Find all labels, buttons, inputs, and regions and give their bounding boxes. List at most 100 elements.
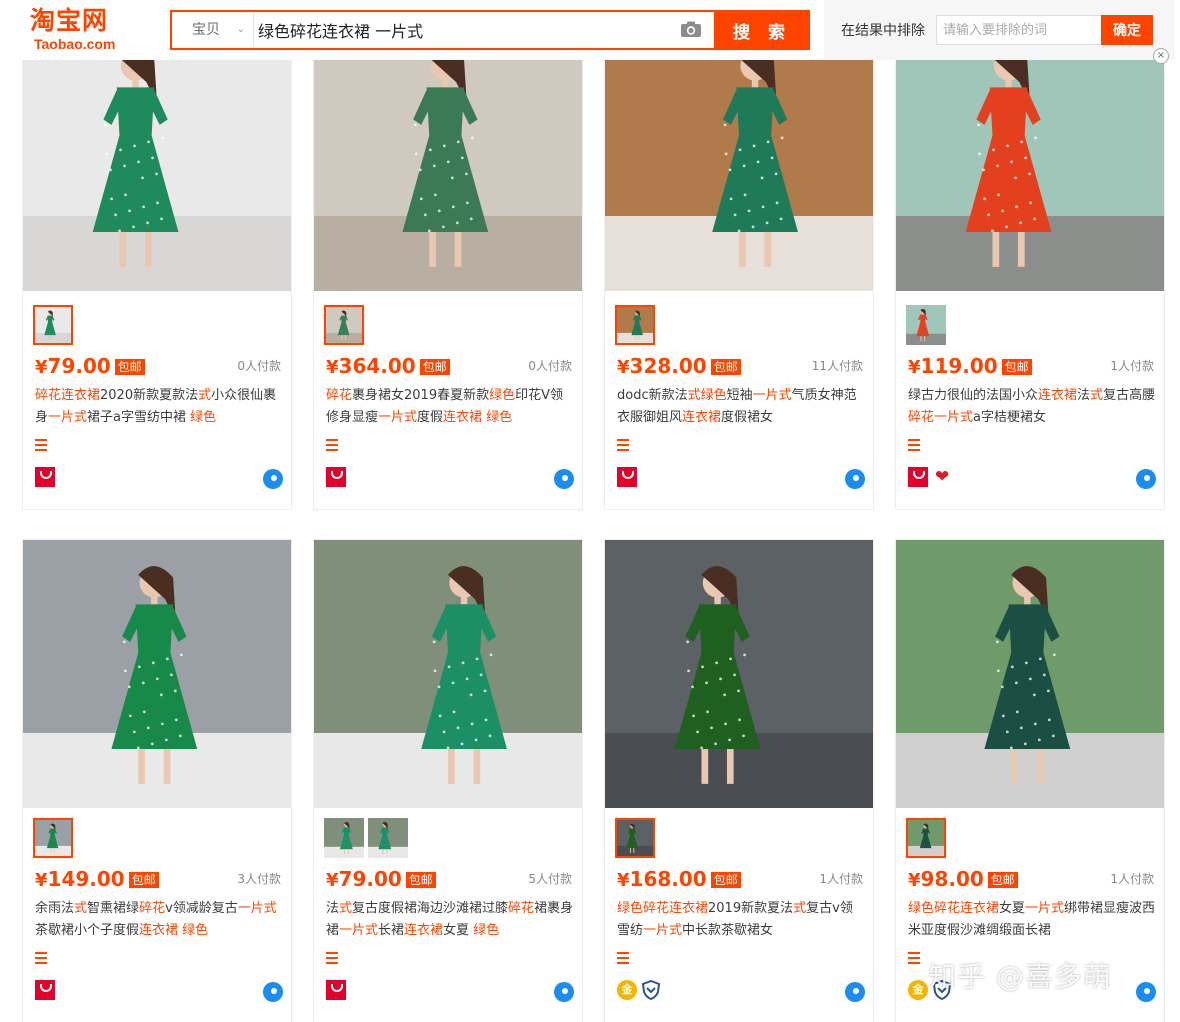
sales-count: 3人付款 <box>237 872 281 886</box>
title-keyword-highlight: 一片式 <box>378 410 418 425</box>
product-thumbnail[interactable] <box>33 305 73 345</box>
product-title[interactable]: 绿色碎花连衣裙2019新款夏法式复古v领雪纺一片式中长款茶歇裙女 <box>617 898 865 942</box>
price: ¥79.00 包邮 <box>35 353 145 381</box>
product-image[interactable] <box>23 23 291 291</box>
tmall-icon[interactable] <box>326 467 346 487</box>
currency-symbol: ¥ <box>35 870 48 891</box>
menu-icon[interactable] <box>326 952 338 964</box>
logo-text-en: Taobao.com <box>34 36 116 52</box>
search-category-label: 宝贝 <box>192 22 220 38</box>
wangwang-chat-icon[interactable] <box>1136 982 1156 1002</box>
title-segment: 度假 <box>417 410 444 425</box>
menu-icon[interactable] <box>617 952 629 964</box>
product-thumbnail[interactable] <box>33 818 73 858</box>
search-box: 宝贝 ⌄ 搜 索 <box>170 10 810 50</box>
price-value: 79.00 <box>47 354 111 378</box>
title-keyword-highlight: 式 <box>198 388 212 403</box>
product-thumbnail[interactable] <box>615 818 655 858</box>
menu-icon[interactable] <box>617 439 629 451</box>
product-thumbnail[interactable] <box>906 818 946 858</box>
product-thumbnail[interactable] <box>324 305 364 345</box>
product-image[interactable] <box>896 540 1164 808</box>
search-input[interactable] <box>258 12 678 48</box>
title-keyword-highlight: 绿色 <box>190 410 217 425</box>
title-keyword-highlight: 式 <box>793 901 807 916</box>
product-title[interactable]: 绿色碎花连衣裙女夏一片式绑带裙显瘦波西米亚度假沙滩绸缎面长裙 <box>908 898 1156 942</box>
product-thumbnail[interactable] <box>368 818 408 858</box>
product-thumbnail[interactable] <box>906 305 946 345</box>
product-card[interactable]: ¥328.00 包邮 11人付款 dodc新款法式绿色短袖一片式气质女神范衣服御姐风连… <box>604 23 874 510</box>
menu-icon[interactable] <box>326 439 338 451</box>
tmall-icon[interactable] <box>908 467 928 487</box>
title-keyword-highlight: 连衣裙 绿色 <box>139 923 209 938</box>
chevron-down-icon: ⌄ <box>236 24 245 35</box>
price-value: 364.00 <box>338 354 416 378</box>
product-title[interactable]: 法式复古度假裙海边沙滩裙过膝碎花裙裹身裙一片式长裙连衣裙女夏 绿色 <box>326 898 574 942</box>
product-title[interactable]: 余雨法式智熏裙绿碎花v领减龄复古一片式茶歇裙小个子度假连衣裙 绿色 <box>35 898 283 942</box>
product-title[interactable]: 碎花连衣裙2020新款夏款法式小众很仙裹身一片式裙子a字雪纺中裙 绿色 <box>35 385 283 429</box>
product-title[interactable]: 绿古力很仙的法国小众连衣裙法式复古高腰碎花一片式a字桔梗裙女 <box>908 385 1156 429</box>
logo-text-cn: 淘宝网 <box>30 6 109 35</box>
tmall-icon[interactable] <box>35 467 55 487</box>
title-segment: 复古度假裙海边沙滩裙过膝 <box>352 901 509 916</box>
wangwang-chat-icon[interactable] <box>1136 469 1156 489</box>
search-button[interactable]: 搜 索 <box>714 10 810 50</box>
product-card[interactable]: ¥149.00 包邮 3人付款余雨法式智熏裙绿碎花v领减龄复古一片式茶歇裙小个子度假… <box>22 539 292 1022</box>
title-segment: 女夏 <box>443 923 474 938</box>
search-category-select[interactable]: 宝贝 ⌄ <box>172 12 254 48</box>
title-keyword-highlight: 碎花一片式 <box>908 410 974 425</box>
currency-symbol: ¥ <box>326 870 339 891</box>
tmall-icon[interactable] <box>326 980 346 1000</box>
price: ¥168.00 包邮 <box>617 866 741 894</box>
menu-icon[interactable] <box>908 439 920 451</box>
product-image[interactable] <box>896 23 1164 291</box>
gold-seller-icon[interactable]: 金 <box>908 980 928 1000</box>
product-card[interactable]: ¥364.00 包邮 0人付款 碎花裹身裙女2019春夏新款绿色印花V领修身显瘦一片式… <box>313 23 583 510</box>
menu-icon[interactable] <box>908 952 920 964</box>
product-image[interactable] <box>23 540 291 808</box>
free-shipping-badge: 包邮 <box>419 359 450 375</box>
gold-seller-icon[interactable]: 金 <box>617 980 637 1000</box>
currency-symbol: ¥ <box>35 357 48 378</box>
product-card[interactable]: ¥119.00 包邮 1人付款 绿古力很仙的法国小众连衣裙法式复古高腰碎花一片式a字桔… <box>895 23 1165 510</box>
title-keyword-highlight: 连衣裙 <box>682 410 722 425</box>
camera-icon[interactable] <box>680 21 702 38</box>
product-title[interactable]: 碎花裹身裙女2019春夏新款绿色印花V领修身显瘦一片式度假连衣裙 绿色 <box>326 385 574 429</box>
price: ¥149.00 包邮 <box>35 866 159 894</box>
shop-badges <box>35 978 285 1004</box>
price: ¥79.00 包邮 <box>326 866 436 894</box>
wangwang-chat-icon[interactable] <box>845 982 865 1002</box>
wangwang-chat-icon[interactable] <box>263 469 283 489</box>
product-card[interactable]: ¥79.00 包邮 5人付款 法式复古度假裙海边沙滩裙过膝碎花裙裹身裙一片式长裙连衣裙… <box>313 539 583 1022</box>
product-image[interactable] <box>314 540 582 808</box>
price: ¥98.00 包邮 <box>908 866 1018 894</box>
menu-icon[interactable] <box>35 439 47 451</box>
menu-icon[interactable] <box>35 952 47 964</box>
title-segment: 绿古力很仙的法国小众 <box>908 388 1039 403</box>
product-thumbnail[interactable] <box>615 305 655 345</box>
product-card[interactable]: ¥98.00 包邮 1人付款 绿色碎花连衣裙女夏一片式绑带裙显瘦波西米亚度假沙滩绸缎面… <box>895 539 1165 1022</box>
wangwang-chat-icon[interactable] <box>845 469 865 489</box>
wangwang-chat-icon[interactable] <box>263 982 283 1002</box>
title-keyword-highlight: 绿色碎花连衣裙 <box>908 901 1000 916</box>
exclude-confirm-button[interactable]: 确定 <box>1101 15 1153 45</box>
product-image[interactable] <box>605 540 873 808</box>
close-icon[interactable]: × <box>1153 48 1169 64</box>
taobao-logo[interactable]: 淘宝网 Taobao.com <box>30 6 140 54</box>
tmall-icon[interactable] <box>35 980 55 1000</box>
price: ¥328.00 包邮 <box>617 353 741 381</box>
title-segment: 法 <box>326 901 340 916</box>
product-card[interactable]: ¥79.00 包邮 0人付款 碎花连衣裙2020新款夏款法式小众很仙裹身一片式裙子a字… <box>22 23 292 510</box>
price-value: 119.00 <box>920 354 998 378</box>
shop-badges <box>617 465 867 491</box>
exclude-input[interactable] <box>936 15 1102 45</box>
wangwang-chat-icon[interactable] <box>554 982 574 1002</box>
product-title[interactable]: dodc新款法式绿色短袖一片式气质女神范衣服御姐风连衣裙度假裙女 <box>617 385 865 429</box>
tmall-icon[interactable] <box>617 467 637 487</box>
title-segment: 中长款茶歇裙女 <box>682 923 774 938</box>
product-image[interactable] <box>605 23 873 291</box>
product-image[interactable] <box>314 23 582 291</box>
product-card[interactable]: ¥168.00 包邮 1人付款 绿色碎花连衣裙2019新款夏法式复古v领雪纺一片式中长… <box>604 539 874 1022</box>
product-thumbnail[interactable] <box>324 818 364 858</box>
wangwang-chat-icon[interactable] <box>554 469 574 489</box>
